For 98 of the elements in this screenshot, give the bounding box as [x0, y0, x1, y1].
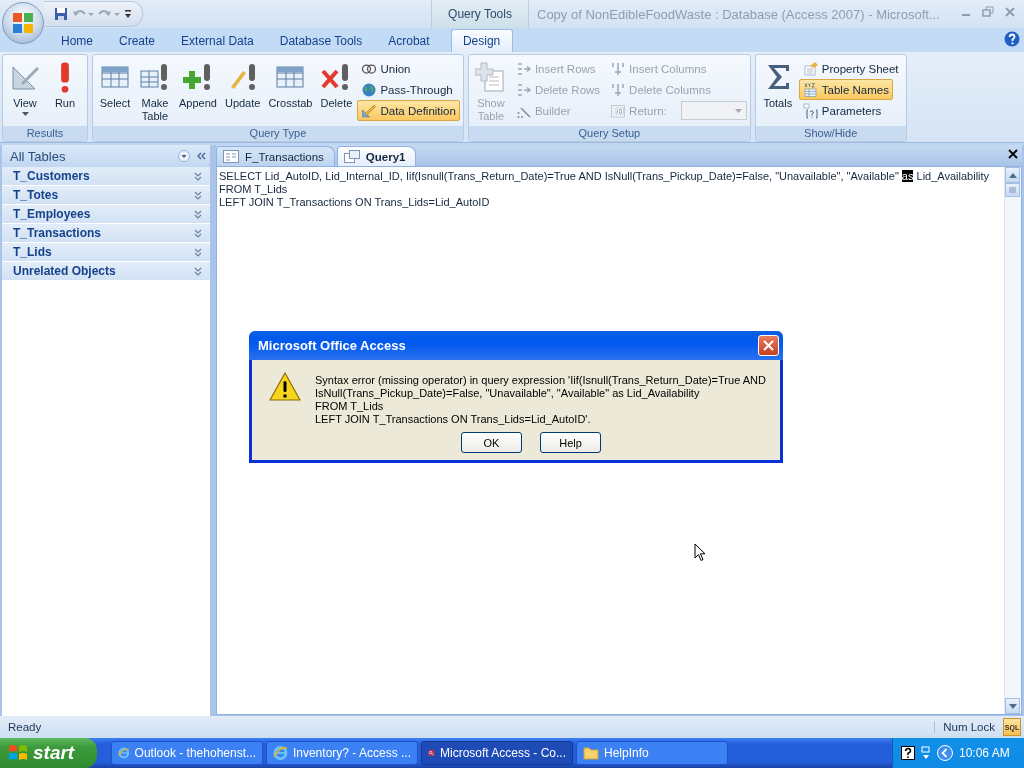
nav-group-label: T_Employees — [13, 207, 92, 221]
nav-pane-title: All Tables — [10, 148, 67, 164]
chevron-down-icon[interactable] — [194, 209, 202, 219]
ribbon-tab[interactable]: External Data — [168, 29, 267, 52]
nav-pane-header[interactable]: All Tables — [2, 145, 210, 167]
chevron-down-icon[interactable] — [194, 247, 202, 257]
ribbon-button[interactable]: Update — [221, 58, 264, 126]
ribbon-tab[interactable]: Database Tools — [266, 29, 376, 52]
dialog-button[interactable]: Help — [540, 432, 601, 453]
form-icon — [223, 150, 239, 163]
ribbon-tab[interactable]: Acrobat — [375, 29, 443, 52]
group-label: Results — [3, 126, 87, 141]
group-label: Query Setup — [468, 126, 750, 141]
ribbon-button[interactable]: Property Sheet — [798, 58, 903, 79]
ribbon-button[interactable]: View — [6, 58, 44, 126]
chevron-down-icon[interactable] — [194, 228, 202, 238]
dialog-button[interactable]: OK — [461, 432, 522, 453]
browser-e-icon — [118, 745, 130, 761]
ribbon-button[interactable]: Table Names — [798, 79, 893, 100]
taskbar-button[interactable]: Outlook - thehohenst... — [111, 741, 263, 765]
insert-columns-icon — [610, 60, 627, 77]
pencil-square-icon — [361, 102, 378, 119]
ribbon-tab[interactable]: Home — [48, 29, 106, 52]
caret-icon — [734, 108, 742, 113]
scroll-up-icon[interactable] — [1008, 172, 1017, 178]
nav-group-label: T_Totes — [13, 188, 60, 202]
ribbon-button[interactable]: Append — [176, 58, 220, 126]
query-icon — [343, 150, 360, 163]
restore-icon[interactable] — [982, 6, 994, 18]
dialog-close-button[interactable] — [758, 335, 779, 356]
taskbar-button[interactable]: Microsoft Access - Co... — [421, 741, 573, 765]
start-button[interactable]: start — [0, 738, 97, 768]
nav-group-header[interactable]: Unrelated Objects — [2, 262, 210, 281]
plus-document-icon — [474, 61, 507, 93]
chevron-down-icon[interactable] — [194, 171, 202, 181]
exclamation-icon — [60, 61, 70, 93]
nav-group-header[interactable]: T_Customers — [2, 167, 210, 186]
insert-rows-icon — [515, 60, 532, 77]
delete-columns-icon — [610, 81, 627, 98]
nav-group-header[interactable]: T_Lids — [2, 243, 210, 262]
scroll-down-icon[interactable] — [1008, 703, 1017, 709]
document-tab[interactable]: F_Transactions — [216, 146, 335, 166]
save-icon[interactable] — [54, 7, 68, 21]
ribbon-button[interactable]: Delete — [317, 58, 356, 126]
document-tab[interactable]: Query1 — [336, 146, 417, 166]
ribbon-tab[interactable]: Design — [450, 29, 513, 52]
close-icon[interactable] — [1008, 149, 1018, 159]
ribbon-button[interactable]: Union — [357, 58, 415, 79]
nav-group-label: T_Lids — [13, 245, 53, 259]
group-label: Query Type — [93, 126, 463, 141]
office-logo-icon — [12, 12, 34, 34]
ribbon-button[interactable]: Make Table — [136, 58, 174, 126]
nav-group-header[interactable]: T_Transactions — [2, 224, 210, 243]
nav-group-header[interactable]: T_Totes — [2, 186, 210, 205]
chevron-down-icon[interactable] — [194, 266, 202, 276]
ribbon-button[interactable]: Pass-Through — [357, 79, 457, 100]
status-text: Ready — [7, 721, 43, 733]
network-icon[interactable] — [921, 746, 931, 760]
help-icon[interactable] — [901, 746, 915, 760]
chevron-down-icon[interactable] — [194, 190, 202, 200]
table-names-icon — [802, 81, 819, 98]
table-number-icon — [610, 102, 627, 119]
chevron-left-icon[interactable] — [937, 745, 953, 761]
clock: 10:06 AM — [959, 746, 1010, 760]
warning-icon — [269, 372, 301, 402]
nav-group-label: T_Customers — [13, 169, 91, 183]
ribbon-button[interactable]: Totals — [758, 58, 797, 126]
nav-group-label: Unrelated Objects — [13, 264, 117, 278]
scroll-thumb-icon[interactable] — [1009, 187, 1016, 193]
ribbon-button[interactable]: Run — [46, 58, 84, 126]
ribbon-button[interactable]: Parameters — [798, 100, 886, 121]
folder-icon — [583, 746, 599, 760]
vertical-scrollbar[interactable] — [1004, 167, 1021, 714]
ribbon-button[interactable]: Data Definition — [357, 100, 460, 121]
parameters-icon — [802, 102, 819, 119]
nav-group-label: T_Transactions — [13, 226, 103, 240]
globe-icon — [361, 81, 378, 98]
customize-caret-icon[interactable] — [124, 9, 132, 19]
taskbar-button[interactable]: Inventory? - Access ... — [266, 741, 418, 765]
window-title: Copy of NonEdibleFoodWaste : Database (Access 2007) - Microsoft... — [536, 6, 941, 22]
property-sheet-icon — [802, 60, 819, 77]
taskbar-button[interactable]: HelpInfo — [576, 741, 728, 765]
browser-e-icon — [273, 745, 288, 761]
ribbon-button[interactable]: Select — [96, 58, 134, 126]
error-message: Syntax error (missing operator) in query expression 'Iif(Isnull(Trans_Return_Date)=True AND IsNull(Trans_Pickup_Date)=False, "Unavailable", "Available" as Lid_Availability FROM T_Lids LEFT JOIN T_Transactions ON Trans_Lids=Lid_AutoID'. — [315, 374, 766, 426]
help-icon[interactable] — [1004, 31, 1020, 47]
nav-group-header[interactable]: T_Employees — [2, 205, 210, 224]
collapse-pane-icon[interactable] — [196, 151, 206, 161]
dialog-title: Microsoft Office Access — [257, 338, 407, 353]
mouse-cursor-icon — [694, 543, 706, 562]
group-label: Show/Hide — [755, 126, 906, 141]
delete-rows-icon — [515, 81, 532, 98]
dropdown-icon[interactable] — [178, 150, 190, 162]
close-icon — [763, 340, 774, 351]
windows-logo-icon — [8, 744, 28, 762]
context-tab-label: Query Tools — [431, 0, 529, 28]
ribbon-button[interactable]: Crosstab — [265, 58, 316, 126]
ribbon-tab[interactable]: Create — [106, 29, 169, 52]
